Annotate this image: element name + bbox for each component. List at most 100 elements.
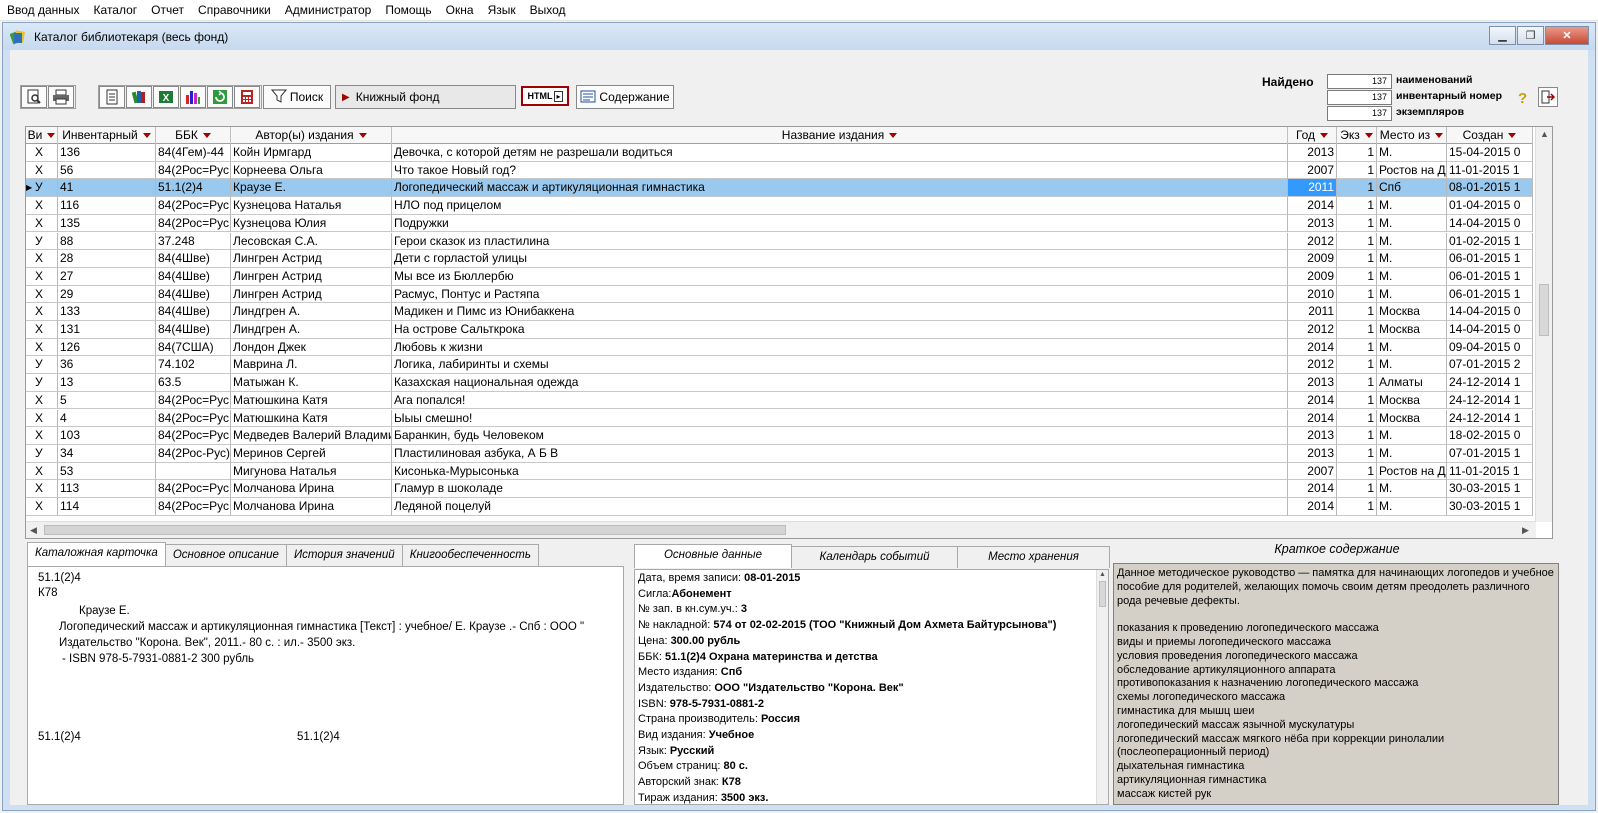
table-cell: 27 bbox=[58, 267, 156, 286]
column-header[interactable]: Год bbox=[1288, 127, 1337, 144]
help-icon[interactable]: ? bbox=[1518, 90, 1527, 107]
table-cell: НЛО под прицелом bbox=[392, 197, 1288, 215]
exit-icon[interactable] bbox=[1538, 87, 1558, 107]
sort-arrow-icon[interactable] bbox=[358, 133, 367, 139]
sort-arrow-icon[interactable] bbox=[142, 133, 151, 139]
main-tab[interactable]: Основные данные bbox=[634, 544, 792, 568]
window-title: Каталог библиотекаря (весь фонд) bbox=[34, 29, 229, 44]
table-row[interactable]: У 36 74.102 Маврина Л. Логика, лабиринты и с… bbox=[26, 356, 1533, 375]
table-row[interactable]: Х 5 84(2Рос=Рус Матюшкина Катя Ага попался! 2… bbox=[26, 391, 1533, 410]
menu-item[interactable]: Окна bbox=[439, 0, 481, 21]
table-row[interactable]: Х 135 84(2Рос=Рус Кузнецова Юлия Подружки 201… bbox=[26, 214, 1533, 233]
menu-item[interactable]: Администратор bbox=[278, 0, 379, 21]
menu-item[interactable]: Язык bbox=[481, 0, 523, 21]
table-row[interactable]: Х 136 84(4Гем)-44 Койн Ирмгард Девочка, с ко… bbox=[26, 144, 1533, 162]
table-row[interactable]: Х 126 84(7США) Лондон Джек Любовь к жизни 201… bbox=[26, 338, 1533, 357]
main-data-scrollbar[interactable]: ▲ bbox=[1096, 570, 1108, 804]
table-cell: 2011 bbox=[1288, 303, 1337, 321]
column-header[interactable]: Место из bbox=[1377, 127, 1447, 144]
menu-item[interactable]: Отчет bbox=[144, 0, 191, 21]
table-row[interactable]: Х 133 84(4Шве) Линдгрен А. Мадикен и Пимс из… bbox=[26, 303, 1533, 321]
sort-arrow-icon[interactable] bbox=[889, 133, 898, 139]
minimize-button[interactable]: ▁ bbox=[1489, 26, 1516, 45]
table-row[interactable]: Х 114 84(2Рос=Рус Молчанова Ирина Ледяной по… bbox=[26, 498, 1533, 516]
table-cell: 2012 bbox=[1288, 232, 1337, 251]
card-tab[interactable]: Основное описание bbox=[164, 544, 287, 566]
table-row[interactable]: Х 4 84(2Рос=Рус Матюшкина Катя Ыыы смешно! 20… bbox=[26, 409, 1533, 428]
table-row[interactable]: Х 113 84(2Рос=Рус Молчанова Ирина Гламур в ш… bbox=[26, 480, 1533, 498]
main-tab[interactable]: Место хранения bbox=[957, 546, 1110, 568]
column-header[interactable]: ББК bbox=[156, 127, 231, 144]
sort-arrow-icon[interactable] bbox=[1320, 133, 1329, 139]
refresh-icon[interactable] bbox=[207, 86, 233, 108]
table-row[interactable]: Х 103 84(2Рос=Рус Медведев Валерий Владими Б… bbox=[26, 427, 1533, 445]
table-cell: М. bbox=[1377, 267, 1447, 286]
calculator-icon[interactable] bbox=[234, 86, 260, 108]
scroll-up-icon[interactable]: ▲ bbox=[1540, 129, 1549, 139]
grid-vertical-scrollbar[interactable]: ▲ bbox=[1535, 127, 1552, 522]
menu-item[interactable]: Справочники bbox=[191, 0, 278, 21]
horizontal-scroll-thumb[interactable] bbox=[44, 525, 786, 535]
close-button[interactable]: ✕ bbox=[1545, 26, 1589, 45]
window-client: X Поиск ▶ Книжный фонд HTML ▸ Содержание… bbox=[10, 50, 1588, 805]
column-header[interactable]: Инвентарный bbox=[58, 127, 156, 144]
column-header-label: Автор(ы) издания bbox=[255, 128, 354, 142]
table-row[interactable]: Х 131 84(4Шве) Линдгрен А. На острове Сальтк… bbox=[26, 321, 1533, 339]
table-row[interactable]: Х 28 84(4Шве) Лингрен Астрид Дети с горласто… bbox=[26, 250, 1533, 268]
card-tab[interactable]: Книгообеспеченность bbox=[401, 544, 539, 566]
grid-horizontal-scrollbar[interactable]: ◀ ▶ bbox=[26, 521, 1536, 538]
column-header[interactable]: Создан bbox=[1447, 127, 1533, 144]
fund-selector[interactable]: ▶ Книжный фонд bbox=[335, 85, 516, 109]
table-row[interactable]: У 88 37.248 Лесовская С.А. Герои сказок из п… bbox=[26, 232, 1533, 251]
main-data-line: Тираж издания: 3500 экз. bbox=[635, 791, 1108, 804]
print-icon[interactable] bbox=[48, 86, 74, 108]
table-row[interactable]: У 13 63.5 Матыжан К. Казахская национальная … bbox=[26, 374, 1533, 392]
table-cell: 84(4Гем)-44 bbox=[156, 144, 231, 162]
card-tab[interactable]: Каталожная карточка bbox=[27, 542, 166, 566]
table-row[interactable]: У 34 84(2Рос-Рус) Меринов Сергей Пластилинов… bbox=[26, 444, 1533, 463]
form-icon[interactable] bbox=[99, 86, 125, 108]
main-scroll-thumb[interactable] bbox=[1099, 581, 1106, 607]
table-row[interactable]: Х 27 84(4Шве) Лингрен Астрид Мы все из Бюлле… bbox=[26, 267, 1533, 286]
table-cell: М. bbox=[1377, 232, 1447, 251]
column-header[interactable]: Экз bbox=[1337, 127, 1377, 144]
column-header[interactable]: Название издания bbox=[392, 127, 1288, 144]
sort-arrow-icon[interactable] bbox=[1508, 133, 1517, 139]
chart-icon[interactable] bbox=[180, 86, 206, 108]
vertical-scroll-thumb[interactable] bbox=[1539, 284, 1549, 336]
column-header[interactable]: Ви bbox=[26, 127, 58, 144]
restore-button[interactable]: ❐ bbox=[1517, 26, 1544, 45]
sort-arrow-icon[interactable] bbox=[202, 133, 211, 139]
sort-arrow-icon[interactable] bbox=[1435, 133, 1444, 139]
menu-item[interactable]: Выход bbox=[523, 0, 573, 21]
scroll-left-icon[interactable]: ◀ bbox=[30, 525, 37, 536]
contents-button[interactable]: Содержание bbox=[576, 85, 674, 109]
table-row[interactable]: Х 29 84(4Шве) Лингрен Астрид Расмус, Понтус … bbox=[26, 285, 1533, 304]
sort-arrow-icon[interactable] bbox=[47, 133, 56, 139]
table-row[interactable]: Х 116 84(2Рос=Рус Кузнецова Наталья НЛО под … bbox=[26, 197, 1533, 215]
summary-intro: Данное методическое руководство — памятк… bbox=[1117, 567, 1554, 607]
menu-item[interactable]: Ввод данных bbox=[0, 0, 87, 21]
menu-item[interactable]: Помощь bbox=[378, 0, 438, 21]
table-row[interactable]: Х 53 Мигунова Наталья Кисонька-Мурысонька 20… bbox=[26, 462, 1533, 481]
excel-icon[interactable]: X bbox=[153, 86, 179, 108]
main-tab[interactable]: Календарь событий bbox=[791, 546, 958, 568]
table-cell: Спб bbox=[1377, 179, 1447, 198]
sort-arrow-icon[interactable] bbox=[1364, 133, 1373, 139]
table-cell: 06-01-2015 1 bbox=[1447, 267, 1533, 286]
main-data-value: 80 с. bbox=[723, 760, 748, 773]
scroll-right-icon[interactable]: ▶ bbox=[1522, 525, 1529, 536]
summary-text[interactable]: Данное методическое руководство — памятк… bbox=[1113, 563, 1559, 805]
table-row[interactable]: Х 56 84(2Рос=Рус Корнеева Ольга Что такое Но… bbox=[26, 161, 1533, 180]
card-tab[interactable]: История значений bbox=[285, 544, 403, 566]
table-row[interactable]: У 41 51.1(2)4 Краузе Е. Логопедический масса… bbox=[26, 179, 1533, 198]
main-scroll-up-icon[interactable]: ▲ bbox=[1099, 571, 1106, 578]
books-grid[interactable]: Ви Инвентарный ББК Автор(ы) издания Название… bbox=[25, 126, 1553, 539]
books-icon[interactable] bbox=[126, 86, 152, 108]
table-cell: 11-01-2015 1 bbox=[1447, 161, 1533, 180]
search-button[interactable]: Поиск bbox=[263, 85, 331, 109]
menu-item[interactable]: Каталог bbox=[87, 0, 145, 21]
preview-icon[interactable] bbox=[21, 86, 47, 108]
column-header[interactable]: Автор(ы) издания bbox=[231, 127, 392, 144]
html-export-button[interactable]: HTML ▸ bbox=[521, 86, 569, 106]
